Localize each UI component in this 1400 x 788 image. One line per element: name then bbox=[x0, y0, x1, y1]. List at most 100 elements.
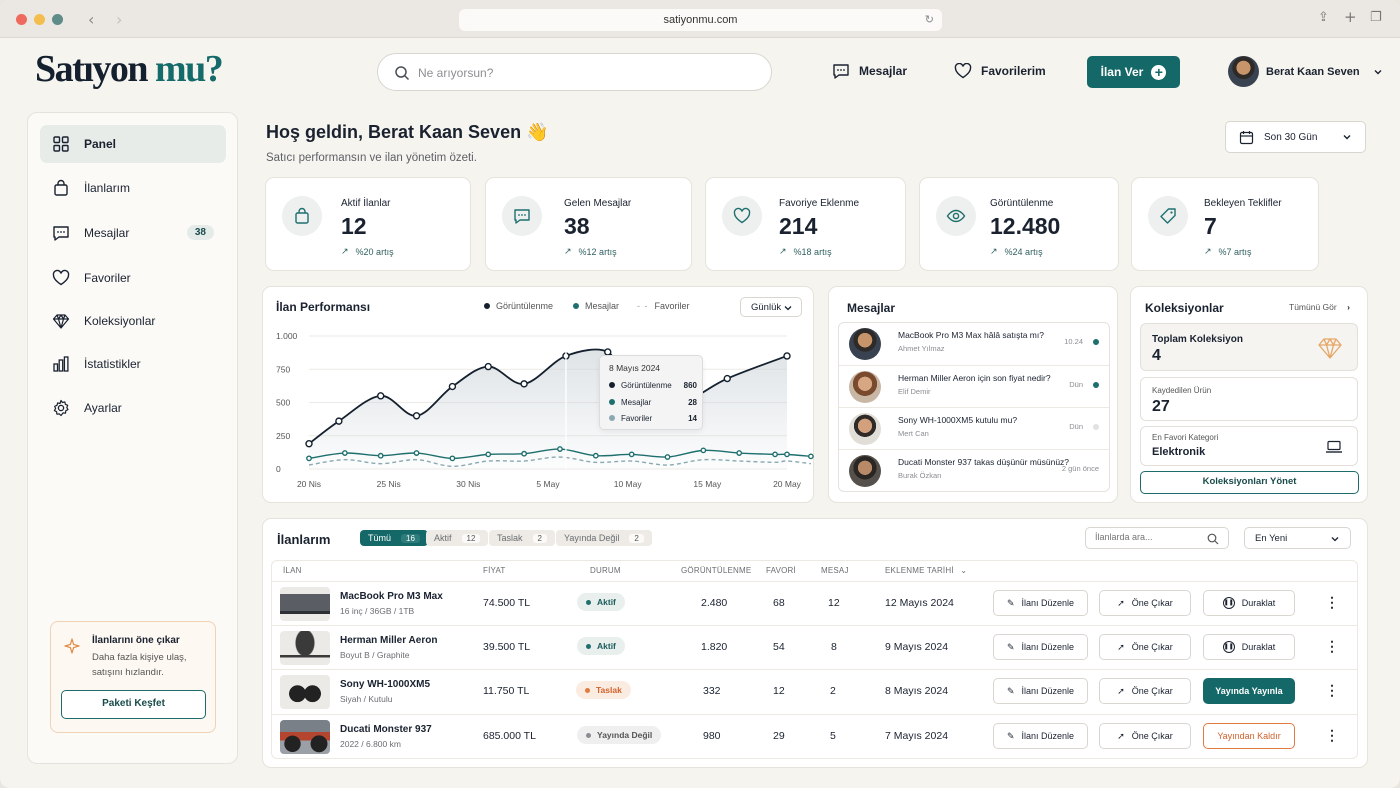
site-logo[interactable]: Satıyon mu? bbox=[35, 47, 224, 91]
rocket-icon: ➚ bbox=[1117, 641, 1125, 652]
message-item[interactable]: MacBook Pro M3 Max hâlâ satışta mı? Ahme… bbox=[839, 323, 1109, 365]
publish-button[interactable]: Yayında Yayınla bbox=[1203, 678, 1295, 704]
back-arrow-icon[interactable]: ‹ bbox=[88, 10, 94, 29]
data-point bbox=[783, 352, 791, 360]
search-bar[interactable] bbox=[377, 53, 772, 91]
explore-package-button[interactable]: Paketi Keşfet bbox=[61, 690, 206, 719]
date-range-select[interactable]: Son 30 Gün bbox=[1225, 121, 1366, 153]
edit-listing-button[interactable]: ✎ İlanı Düzenle bbox=[993, 678, 1088, 704]
promo-card: İlanlarını öne çıkar Daha fazla kişiye u… bbox=[50, 621, 216, 733]
legend-dot-icon bbox=[609, 382, 615, 388]
stat-value: 12.480 bbox=[990, 213, 1061, 239]
table-row[interactable]: Sony WH-1000XM5 Siyah / Kutulu 11.750 TL… bbox=[271, 669, 1358, 713]
post-ad-label: İlan Ver bbox=[1100, 65, 1144, 79]
stat-card-pending-offers[interactable]: Bekleyen Teklifler 7 ↗ %7 artış bbox=[1131, 177, 1319, 271]
tab-unpublished[interactable]: Yayında Değil 2 bbox=[556, 530, 652, 546]
user-menu[interactable]: Berat Kaan Seven bbox=[1228, 56, 1383, 87]
sidebar-item-statistics[interactable]: İstatistikler bbox=[40, 345, 226, 383]
pencil-icon: ✎ bbox=[1006, 730, 1015, 741]
share-icon[interactable]: ⇪ bbox=[1318, 10, 1329, 25]
stat-card-views[interactable]: Görüntülenme 12.480 ↗ %24 artış bbox=[919, 177, 1119, 271]
more-options-icon[interactable]: ⋮ bbox=[1325, 639, 1339, 653]
sidebar-item-settings[interactable]: Ayarlar bbox=[40, 389, 226, 427]
date-column-header[interactable]: EKLENME TARİHİ ⌄ bbox=[885, 566, 967, 575]
pause-button[interactable]: ❚❚ Duraklat bbox=[1203, 634, 1295, 660]
button-label: İlanı Düzenle bbox=[1021, 598, 1075, 608]
boost-button[interactable]: ➚ Öne Çıkar bbox=[1099, 634, 1191, 660]
tab-active[interactable]: Aktif 12 bbox=[426, 530, 489, 546]
manage-collections-button[interactable]: Koleksiyonları Yönet bbox=[1140, 471, 1359, 494]
header-favorites-link[interactable]: Favorilerim bbox=[954, 63, 1046, 79]
edit-listing-button[interactable]: ✎ İlanı Düzenle bbox=[993, 634, 1088, 660]
stat-card-active-listings[interactable]: Aktif İlanlar 12 ↗ %20 artış bbox=[265, 177, 471, 271]
message-item[interactable]: Sony WH-1000XM5 kutulu mu? Mert Can Dün bbox=[839, 407, 1109, 449]
status-dot-icon bbox=[586, 599, 591, 605]
minimize-window-icon[interactable] bbox=[34, 14, 45, 25]
tabs-overview-icon[interactable]: ❐ bbox=[1370, 10, 1382, 25]
url-text: satiyonmu.com bbox=[663, 14, 738, 26]
stat-card-favorites[interactable]: Favoriye Eklenme 214 ↗ %18 artış bbox=[705, 177, 906, 271]
more-options-icon[interactable]: ⋮ bbox=[1325, 595, 1339, 609]
button-label: Yayından Kaldır bbox=[1217, 731, 1281, 741]
post-ad-button[interactable]: İlan Ver + bbox=[1087, 56, 1180, 88]
y-tick-label: 0 bbox=[276, 464, 281, 474]
listings-search[interactable] bbox=[1085, 527, 1229, 549]
promo-text: Daha fazla kişiye ulaş, satışını hızland… bbox=[92, 652, 187, 678]
unpublish-button[interactable]: Yayından Kaldır bbox=[1203, 723, 1295, 749]
pencil-icon: ✎ bbox=[1006, 597, 1015, 608]
favorites-count: 68 bbox=[773, 597, 785, 609]
stat-card-messages[interactable]: Gelen Mesajlar 38 ↗ %12 artış bbox=[485, 177, 692, 271]
sidebar-item-favorites[interactable]: Favoriler bbox=[40, 259, 226, 297]
reload-icon[interactable]: ↻ bbox=[925, 9, 934, 31]
column-header-label: EKLENME TARİHİ bbox=[885, 566, 954, 575]
x-tick-label: 20 Nis bbox=[297, 479, 321, 489]
avatar bbox=[849, 371, 881, 403]
edit-listing-button[interactable]: ✎ İlanı Düzenle bbox=[993, 723, 1088, 749]
table-row[interactable]: MacBook Pro M3 Max 16 inç / 36GB / 1TB 7… bbox=[271, 581, 1358, 625]
logo-accent-text: mu? bbox=[154, 48, 224, 90]
see-all-link[interactable]: Tümünü Gör › bbox=[1289, 302, 1350, 312]
x-tick-label: 15 May bbox=[693, 479, 722, 489]
sort-select[interactable]: En Yeni bbox=[1244, 527, 1351, 549]
table-row[interactable]: Herman Miller Aeron Boyut B / Graphite 3… bbox=[271, 625, 1358, 669]
boost-button[interactable]: ➚ Öne Çıkar bbox=[1099, 590, 1191, 616]
search-input[interactable] bbox=[418, 63, 748, 83]
more-options-icon[interactable]: ⋮ bbox=[1325, 728, 1339, 742]
listings-search-input[interactable] bbox=[1095, 532, 1205, 542]
tab-all[interactable]: Tümü 16 bbox=[360, 530, 428, 546]
product-name: Sony WH-1000XM5 bbox=[340, 679, 431, 690]
tab-count: 12 bbox=[461, 533, 481, 543]
message-item[interactable]: Ducati Monster 937 takas düşünür müsünüz… bbox=[839, 449, 1109, 491]
new-tab-icon[interactable]: + bbox=[1344, 8, 1357, 26]
close-window-icon[interactable] bbox=[16, 14, 27, 25]
product-price: 11.750 TL bbox=[483, 685, 530, 697]
messages-count: 2 bbox=[830, 685, 836, 697]
messages-count-badge: 38 bbox=[186, 225, 214, 240]
pause-button[interactable]: ❚❚ Duraklat bbox=[1203, 590, 1295, 616]
stat-value: 12 bbox=[341, 213, 367, 239]
button-label: Öne Çıkar bbox=[1131, 731, 1173, 741]
messages-count: 12 bbox=[828, 597, 840, 609]
sidebar-item-panel[interactable]: Panel bbox=[40, 125, 226, 163]
sidebar-item-label: Favoriler bbox=[84, 271, 131, 285]
header-messages-link[interactable]: Mesajlar bbox=[832, 63, 907, 79]
sidebar-item-collections[interactable]: Koleksiyonlar bbox=[40, 302, 226, 340]
sidebar-item-messages[interactable]: Mesajlar 38 bbox=[40, 214, 226, 252]
tab-draft[interactable]: Taslak 2 bbox=[489, 530, 555, 546]
table-row[interactable]: Ducati Monster 937 2022 / 6.800 km 685.0… bbox=[271, 714, 1358, 758]
forward-arrow-icon[interactable]: › bbox=[116, 10, 122, 29]
boost-button[interactable]: ➚ Öne Çıkar bbox=[1099, 723, 1191, 749]
more-options-icon[interactable]: ⋮ bbox=[1325, 683, 1339, 697]
message-item[interactable]: Herman Miller Aeron için son fiyat nedir… bbox=[839, 365, 1109, 407]
data-point bbox=[413, 450, 420, 456]
browser-window: ‹ › satiyonmu.com ↻ ⇪ + ❐ Satıyon mu? Mes… bbox=[0, 0, 1400, 788]
logo-main-text: Satıyon bbox=[35, 48, 148, 90]
maximize-window-icon[interactable] bbox=[52, 14, 63, 25]
sidebar-item-listings[interactable]: İlanlarım bbox=[40, 169, 226, 207]
message-time: Dün bbox=[1069, 380, 1083, 389]
boost-button[interactable]: ➚ Öne Çıkar bbox=[1099, 678, 1191, 704]
address-bar[interactable]: satiyonmu.com ↻ bbox=[459, 9, 942, 31]
stat-delta-text: %7 artış bbox=[1218, 246, 1252, 257]
edit-listing-button[interactable]: ✎ İlanı Düzenle bbox=[993, 590, 1088, 616]
performance-line-chart[interactable]: 0 250 500 750 1.000 20 Nis 25 Nis 30 Nis 5 May 10… bbox=[262, 300, 814, 500]
